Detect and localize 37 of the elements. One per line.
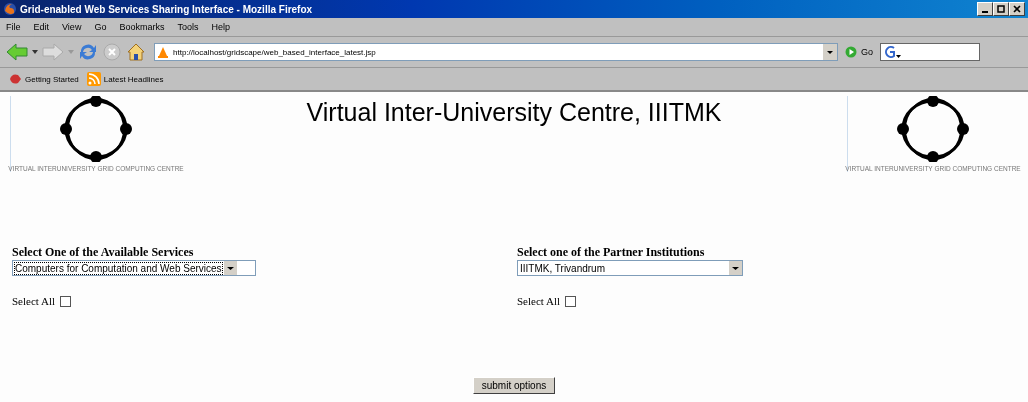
dropdown-caret-icon[interactable]	[32, 50, 38, 54]
menu-item[interactable]: File	[6, 22, 21, 32]
dropdown[interactable]: IIITMK, Trivandrum	[517, 260, 743, 276]
menu-item[interactable]: Tools	[177, 22, 199, 32]
checkbox[interactable]	[60, 295, 72, 307]
maximize-button[interactable]	[993, 2, 1009, 16]
dropdown[interactable]: Computers for Computation and Web Services	[12, 260, 256, 276]
search-engine-icon[interactable]	[883, 45, 901, 59]
play-icon	[845, 46, 857, 58]
menu-item[interactable]: View	[62, 22, 82, 32]
bookmark-link[interactable]: Getting Started	[8, 73, 79, 85]
cone-icon	[157, 46, 169, 58]
ring-logo-icon	[896, 96, 970, 162]
submit-button[interactable]: submit options	[472, 377, 556, 394]
select-all-label: Select All	[12, 295, 56, 307]
window-title: Grid-enabled Web Services Sharing Interface - Mozilla Firefox	[20, 3, 313, 15]
menu-item[interactable]: Help	[211, 22, 230, 32]
search-field[interactable]	[880, 43, 980, 61]
menu-item[interactable]: Go	[94, 22, 107, 32]
bookmark-link[interactable]: Latest Headlines	[86, 72, 164, 86]
menu-item[interactable]: Edit	[33, 22, 50, 32]
select-all-label: Select All	[517, 295, 561, 307]
home-icon[interactable]	[126, 42, 146, 62]
rss-icon	[86, 72, 101, 86]
minimize-button[interactable]	[977, 2, 993, 16]
close-icon	[1013, 5, 1021, 13]
checkbox[interactable]	[565, 295, 577, 307]
field-label: Select One of the Available Services	[12, 245, 195, 260]
firefox-icon	[3, 2, 17, 16]
address-field[interactable]: http://localhost/gridscape/web_based_interface_latest.jsp	[154, 43, 838, 61]
maximize-icon	[997, 5, 1005, 13]
ring-logo-icon	[59, 96, 133, 162]
field-label: Select one of the Partner Institutions	[517, 245, 706, 260]
page-heading: Virtual Inter-University Centre, IIITMK	[305, 98, 723, 127]
close-button[interactable]	[1009, 2, 1025, 16]
menu-item[interactable]: Bookmarks	[119, 22, 165, 32]
go-button[interactable]: Go	[842, 46, 876, 58]
